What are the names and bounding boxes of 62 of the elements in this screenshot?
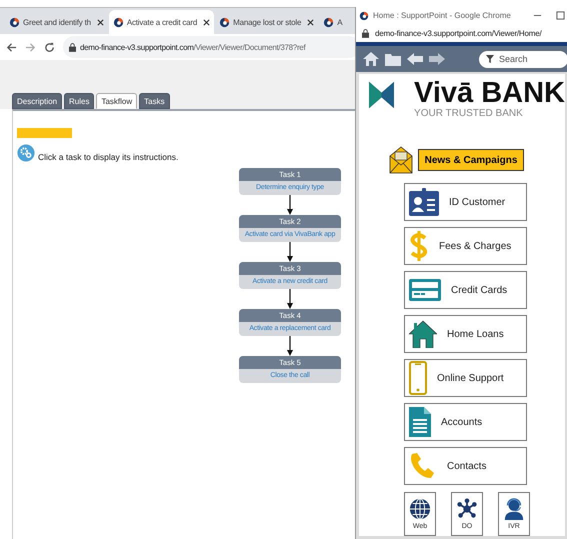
home-icon[interactable] [363,52,379,66]
house-icon [409,320,437,348]
close-icon[interactable] [203,18,210,26]
back-icon[interactable] [6,42,17,52]
menu-button[interactable]: ID Customer [404,183,527,222]
arrow-icon [286,242,294,262]
close-icon[interactable] [96,18,104,26]
logo-icon [323,16,334,28]
back-icon[interactable] [407,53,423,66]
viewer-tab[interactable]: Rules [64,93,94,109]
logo-icon [219,16,230,28]
bank-name: Vivā BANK [414,78,565,108]
search-field[interactable]: Search [479,50,567,68]
close-icon[interactable] [307,18,314,26]
highlight-bar [17,128,72,138]
lock-icon [362,29,369,38]
news-button[interactable]: News & Campaigns [418,149,524,172]
folder-icon[interactable] [385,52,401,66]
viewer-tab[interactable]: Description [12,93,62,109]
menu-button[interactable]: Fees & Charges [404,227,527,266]
id-card-icon [409,188,439,216]
search-input[interactable]: Search [499,54,559,64]
viewer-tab[interactable]: Tasks [139,93,170,109]
browser-tab[interactable]: Activate a credit card [108,10,214,34]
forward-icon[interactable] [429,53,445,66]
phone-icon [409,452,437,480]
credit-card-icon [409,279,441,302]
smartphone-icon [409,361,427,396]
arrow-icon [286,195,294,215]
gears-icon [17,144,35,162]
window-title: Home : SupportPoint - Google Chrome [373,11,511,20]
address-bar[interactable]: demo-finance-v3.supportpoint.com/Viewer/Home/ [375,29,542,38]
arrow-icon [286,289,294,309]
filter-icon [486,55,494,64]
viewer-tab[interactable]: Taskflow [96,93,138,109]
menu-button[interactable]: Home Loans [404,315,527,354]
arrow-icon [286,336,294,356]
document-icon [409,407,431,438]
envelope-icon [389,146,413,174]
browser-tab[interactable]: A [319,10,346,34]
lock-icon [69,42,76,52]
tab-title: A [337,18,342,26]
bank-tagline: YOUR TRUSTED BANK [414,108,524,120]
instruction-text: Click a task to display its instructions. [38,152,178,162]
tab-title: Greet and identify th [23,18,91,26]
headset-icon [503,498,525,520]
globe-icon [409,498,431,520]
tab-title: Manage lost or stole [233,18,302,26]
logo-icon [9,16,20,28]
reload-icon[interactable] [44,42,55,52]
logo-icon [359,10,369,21]
network-icon [456,498,478,520]
tab-title: Activate a credit card [126,18,198,26]
maximize-icon[interactable] [556,11,565,20]
menu-button[interactable]: Credit Cards [404,271,527,310]
browser-tab[interactable]: Manage lost or stole [215,10,318,34]
browser-tab[interactable]: Greet and identify th [5,10,108,34]
dollar-icon [409,231,429,262]
menu-button[interactable]: Accounts [404,403,527,442]
menu-button[interactable]: Contacts [404,447,527,486]
logo-icon [112,16,124,28]
menu-button[interactable]: Online Support [404,359,527,398]
